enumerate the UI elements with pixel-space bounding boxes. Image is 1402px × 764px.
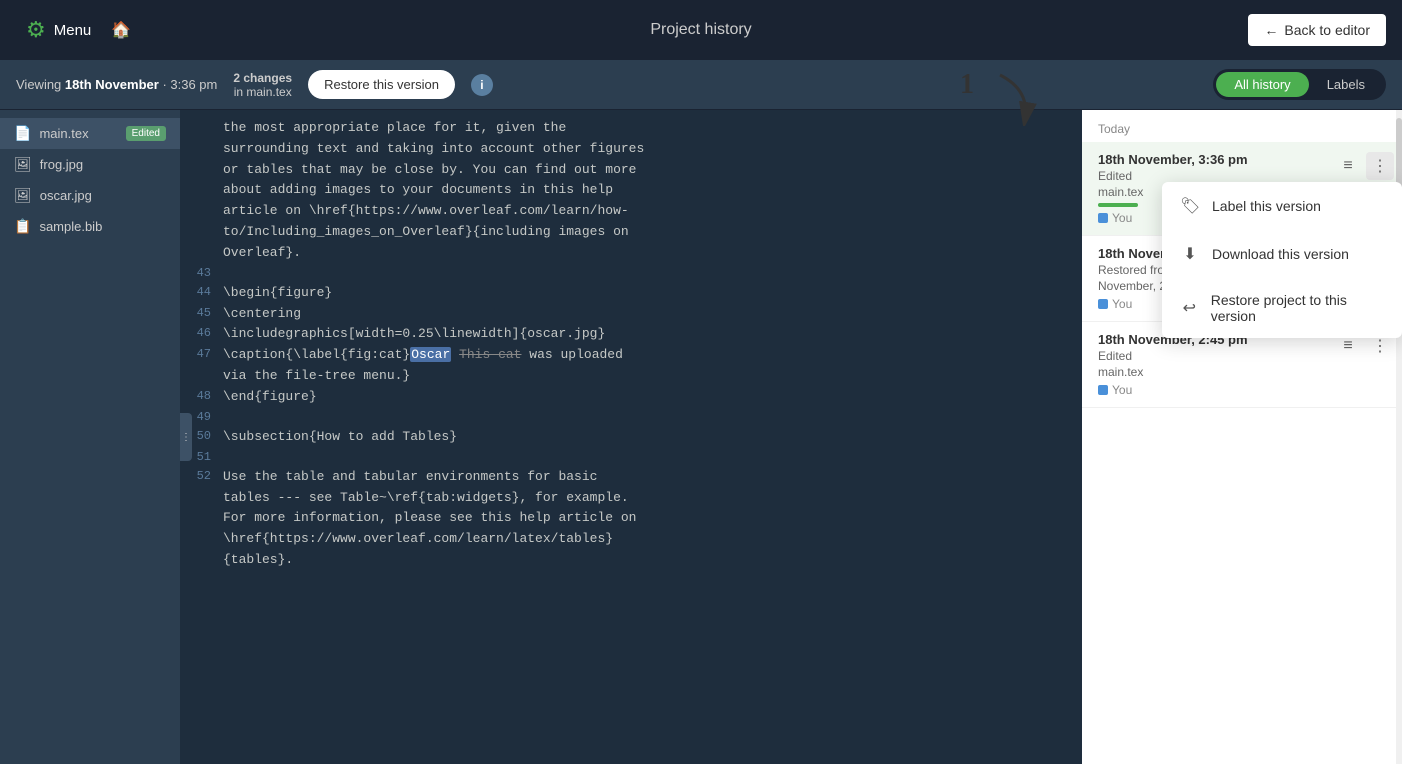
code-line: surrounding text and taking into account… [180,139,1082,160]
history-panel: Today 18th November, 3:36 pm Edited main… [1082,110,1402,764]
code-line: For more information, please see this he… [180,508,1082,529]
changes-info: 2 changes in main.tex [233,71,292,99]
code-line: 51 [180,448,1082,467]
code-line: 50 \subsection{How to add Tables} [180,427,1082,448]
home-button[interactable]: 🏠 [101,14,141,46]
sidebar-item-oscarjpg[interactable]: 🖼 oscar.jpg [0,180,180,211]
history-entry-1-desc-line1: Edited [1098,169,1342,183]
history-entry-1[interactable]: 18th November, 3:36 pm Edited main.tex Y… [1082,142,1402,236]
code-line: \href{https://www.overleaf.com/learn/lat… [180,529,1082,550]
code-line: 43 [180,264,1082,283]
restore-icon: ↩ [1180,298,1199,318]
viewing-time: 3:36 pm [170,77,217,92]
entry-1-actions: ≡ ⋮ [1334,152,1394,180]
history-entry-3-desc-line1: Edited [1098,349,1342,363]
sub-bar: Viewing 18th November · 3:36 pm 2 change… [0,60,1402,110]
sidebar-filename-frogjpg: frog.jpg [40,157,83,172]
code-line: 45 \centering [180,304,1082,325]
user-dot-3 [1098,385,1108,395]
code-line: or tables that may be close by. You can … [180,160,1082,181]
viewing-date: 18th November [65,77,159,92]
code-line: 49 [180,408,1082,427]
user-dot-1 [1098,213,1108,223]
back-to-editor-button[interactable]: ← Back to editor [1248,14,1386,46]
project-history-title: Project history [650,21,751,39]
labels-tab[interactable]: Labels [1309,72,1383,97]
sidebar-filename-samplebib: sample.bib [39,219,102,234]
user-dot-2 [1098,299,1108,309]
top-bar: ⚙ Menu 🏠 Project history ← Back to edito… [0,0,1402,60]
history-entry-3-user: You [1098,383,1342,397]
label-this-version-item[interactable]: 🏷 Label this version [1162,182,1402,230]
history-section-today: Today [1082,110,1402,142]
code-line: article on \href{https://www.overleaf.co… [180,201,1082,222]
all-history-tab[interactable]: All history [1216,72,1308,97]
sidebar-item-maintex[interactable]: 📄 main.tex Edited [0,118,180,149]
sidebar-filename-maintex: main.tex [39,126,88,141]
restore-project-item[interactable]: ↩ Restore project to this version [1162,278,1402,338]
main-content: 📄 main.tex Edited 🖼 frog.jpg 🖼 oscar.jpg… [0,110,1402,764]
file-icon-samplebib: 📋 [14,218,31,235]
download-this-version-item[interactable]: ⬇ Download this version [1162,230,1402,278]
file-change-indicator [1098,203,1138,207]
back-label: Back to editor [1284,22,1370,38]
code-line: 46 \includegraphics[width=0.25\linewidth… [180,324,1082,345]
restore-project-label: Restore project to this version [1211,292,1384,324]
code-line: to/Including_images_on_Overleaf}{includi… [180,222,1082,243]
code-line: 48 \end{figure} [180,387,1082,408]
code-line-highlighted: 47 \caption{\label{fig:cat}Oscar This ca… [180,345,1082,366]
download-icon: ⬇ [1180,244,1200,264]
file-icon-frogjpg: 🖼 [14,156,32,173]
code-line: about adding images to your documents in… [180,180,1082,201]
back-arrow-icon: ← [1264,22,1278,38]
code-line: via the file-tree menu.} [180,366,1082,387]
download-this-version-label: Download this version [1212,246,1349,262]
dropdown-menu: 🏷 Label this version ⬇ Download this ver… [1162,182,1402,338]
code-line: the most appropriate place for it, given… [180,118,1082,139]
entry-1-more-button[interactable]: ⋮ [1366,152,1394,180]
history-entry-3-desc-line2: main.tex [1098,365,1342,379]
code-line: 52 Use the table and tabular environment… [180,467,1082,488]
label-icon: 🏷 [1180,196,1200,216]
editor-area[interactable]: the most appropriate place for it, given… [180,110,1082,764]
menu-button[interactable]: ⚙ Menu [16,11,101,49]
sidebar-filename-oscarjpg: oscar.jpg [40,188,92,203]
sidebar: 📄 main.tex Edited 🖼 frog.jpg 🖼 oscar.jpg… [0,110,180,764]
sidebar-item-samplebib[interactable]: 📋 sample.bib [0,211,180,242]
overleaf-logo: ⚙ [26,17,46,43]
history-tabs: All history Labels [1213,69,1386,100]
file-icon-oscarjpg: 🖼 [14,187,32,204]
restore-this-version-button[interactable]: Restore this version [308,70,455,99]
label-this-version-label: Label this version [1212,198,1321,214]
sidebar-item-frogjpg[interactable]: 🖼 frog.jpg [0,149,180,180]
code-line: 44 \begin{figure} [180,283,1082,304]
viewing-text: Viewing 18th November · 3:36 pm [16,77,217,92]
collapse-handle[interactable]: ⋮ [180,413,192,461]
code-line: Overleaf}. [180,243,1082,264]
menu-label: Menu [54,22,92,39]
file-icon-maintex: 📄 [14,125,31,142]
info-icon[interactable]: i [471,74,493,96]
history-entry-1-time: 18th November, 3:36 pm [1098,152,1342,167]
code-editor: the most appropriate place for it, given… [180,110,1082,579]
entry-1-lines-button[interactable]: ≡ [1334,152,1362,180]
edited-badge: Edited [126,126,166,141]
code-line: {tables}. [180,550,1082,571]
code-line: tables --- see Table~\ref{tab:widgets}, … [180,488,1082,509]
